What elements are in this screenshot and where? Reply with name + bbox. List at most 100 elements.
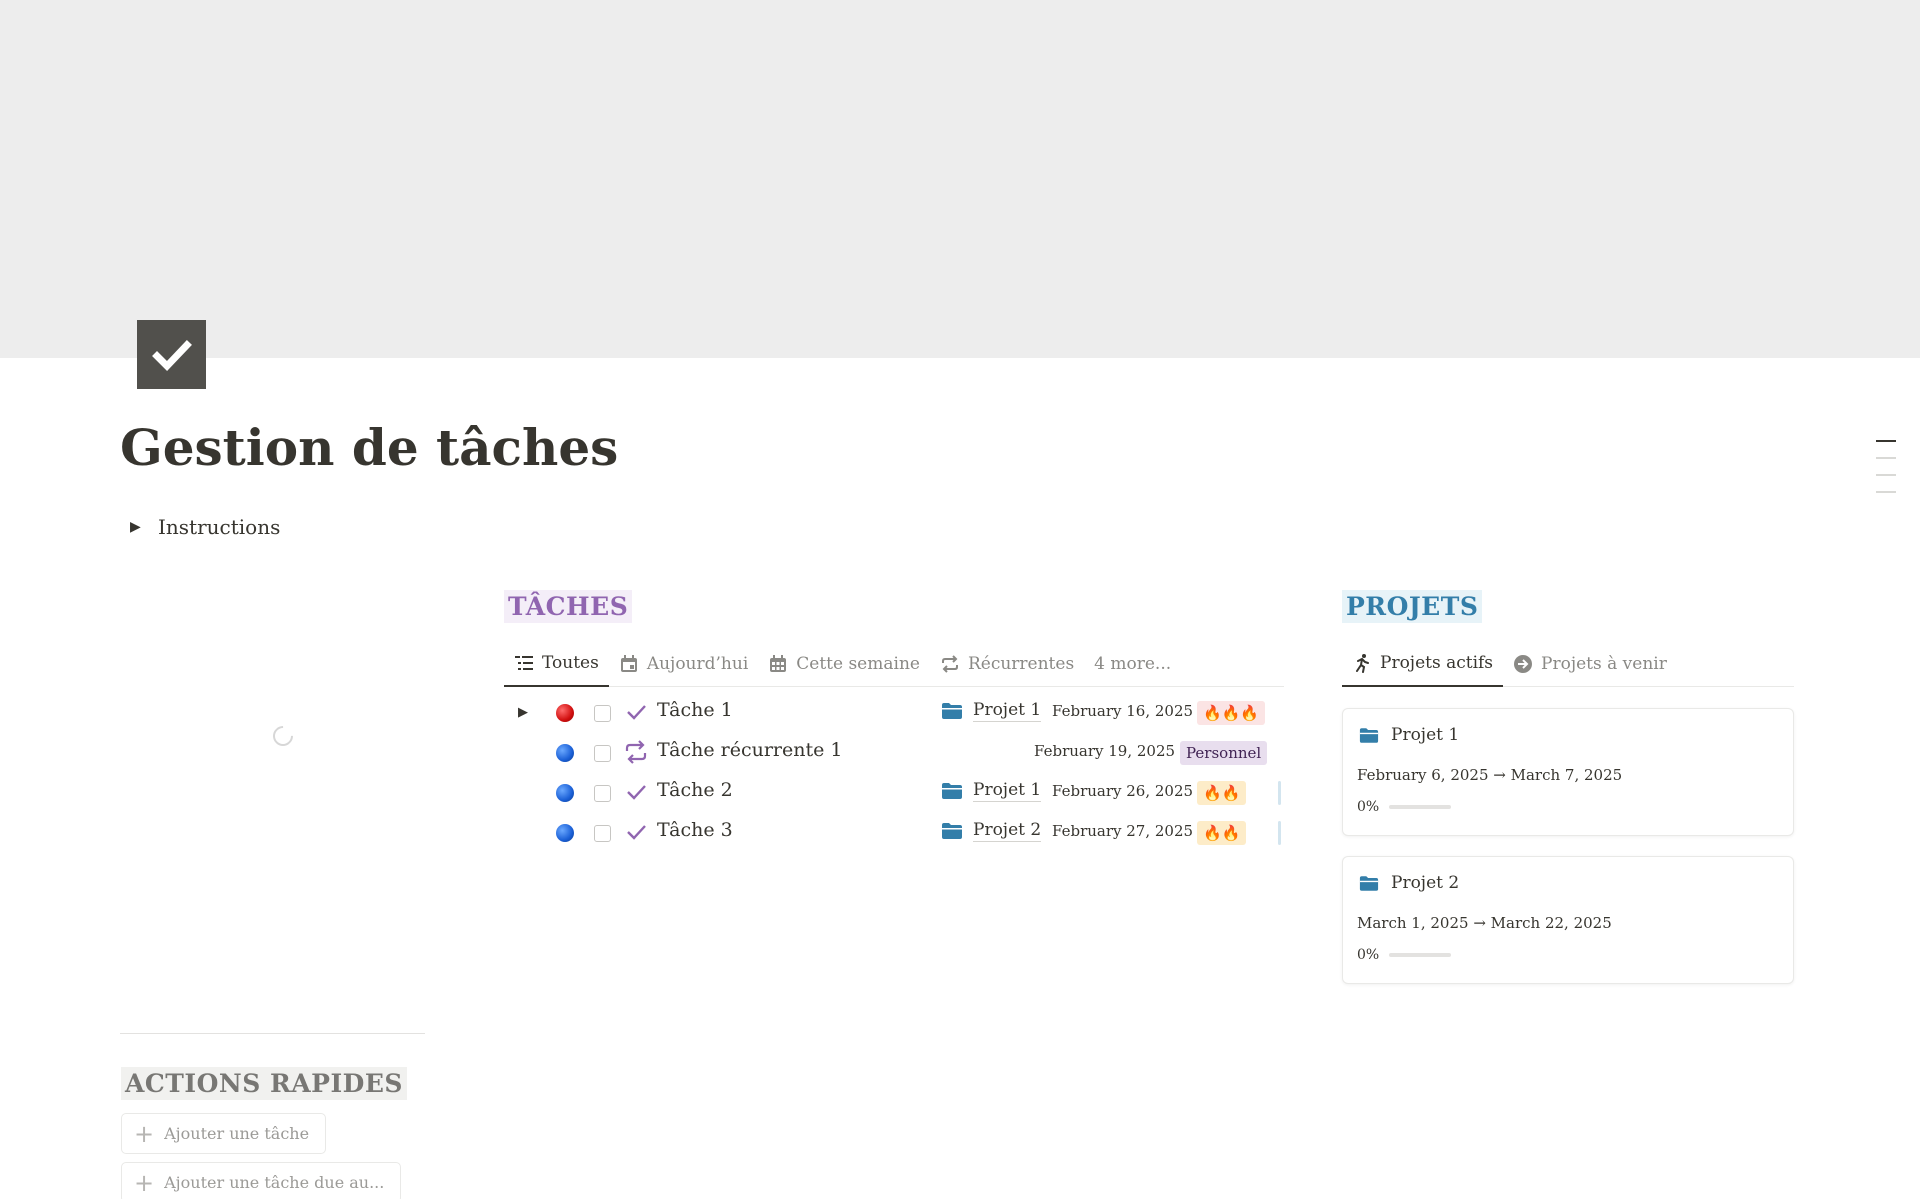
task-row[interactable]: Tâche 3 Projet 2 February 27, 2025 🔥🔥 bbox=[504, 812, 1284, 852]
instructions-toggle[interactable]: ▶ Instructions bbox=[130, 515, 280, 539]
task-priority: 🔥🔥🔥 bbox=[1197, 701, 1266, 725]
toc-line[interactable] bbox=[1876, 440, 1896, 442]
project-progress: 0% bbox=[1357, 799, 1452, 815]
check-icon bbox=[624, 700, 648, 724]
repeat-icon bbox=[940, 654, 960, 674]
task-priority: 🔥🔥 bbox=[1197, 781, 1247, 805]
task-project-link[interactable]: Projet 1 bbox=[941, 780, 1042, 802]
tasks-view-tabs: Toutes Aujourd’hui Cette semaine Récurre… bbox=[504, 645, 1284, 687]
projects-heading: PROJETS bbox=[1342, 590, 1483, 623]
task-name[interactable]: Tâche 2 bbox=[657, 779, 733, 801]
column-edge bbox=[1278, 821, 1281, 845]
project-dates: February 6, 2025 → March 7, 2025 bbox=[1357, 766, 1623, 784]
column-edge bbox=[1278, 781, 1281, 805]
task-priority: 🔥🔥 bbox=[1197, 821, 1247, 845]
add-task-button[interactable]: + Ajouter une tâche bbox=[121, 1113, 327, 1154]
button-label: Ajouter une tâche bbox=[164, 1124, 310, 1143]
task-checkbox[interactable] bbox=[594, 745, 611, 762]
blue-circle-icon bbox=[556, 824, 574, 842]
arrow-circle-icon bbox=[1513, 654, 1533, 674]
project-card-title[interactable]: Projet 1 bbox=[1359, 725, 1459, 745]
task-project-label: Projet 1 bbox=[973, 780, 1042, 802]
page-cover[interactable] bbox=[0, 0, 1920, 358]
tab-aujourdhui[interactable]: Aujourd’hui bbox=[609, 654, 758, 686]
task-date: February 26, 2025 bbox=[1052, 782, 1194, 800]
tab-label: Cette semaine bbox=[796, 654, 920, 674]
tasks-heading: TÂCHES bbox=[504, 590, 633, 623]
tab-label: Projets à venir bbox=[1541, 654, 1667, 674]
calendar-today-icon bbox=[619, 654, 639, 674]
project-card[interactable]: Projet 2 March 1, 2025 → March 22, 2025 … bbox=[1342, 856, 1794, 984]
task-project-link[interactable]: Projet 2 bbox=[941, 820, 1042, 842]
progress-bar bbox=[1389, 805, 1452, 809]
check-icon bbox=[624, 780, 648, 804]
task-checkbox[interactable] bbox=[594, 705, 611, 722]
task-date: February 27, 2025 bbox=[1052, 822, 1194, 840]
task-category-tag: Personnel bbox=[1180, 741, 1268, 765]
project-name: Projet 1 bbox=[1391, 725, 1460, 745]
project-name: Projet 2 bbox=[1391, 873, 1460, 893]
folder-icon bbox=[1359, 875, 1379, 891]
checkbox-icon[interactable] bbox=[137, 320, 206, 389]
tab-label: Toutes bbox=[542, 653, 599, 673]
page-title: Gestion de tâches bbox=[120, 418, 619, 477]
folder-icon bbox=[942, 823, 962, 839]
table-of-contents[interactable] bbox=[1876, 440, 1896, 508]
tab-more-views[interactable]: 4 more... bbox=[1084, 654, 1181, 686]
toc-line[interactable] bbox=[1876, 457, 1896, 459]
task-row[interactable]: Tâche récurrente 1 February 19, 2025 Per… bbox=[504, 732, 1284, 772]
projects-view-tabs: Projets actifs Projets à venir bbox=[1342, 645, 1794, 687]
tab-label: 4 more... bbox=[1094, 654, 1172, 674]
quick-actions-heading: ACTIONS RAPIDES bbox=[121, 1067, 407, 1100]
task-project-label: Projet 2 bbox=[973, 820, 1042, 842]
task-checkbox[interactable] bbox=[594, 825, 611, 842]
list-icon bbox=[514, 653, 534, 673]
plus-icon: + bbox=[134, 1168, 155, 1197]
blue-circle-icon bbox=[556, 744, 574, 762]
progress-label: 0% bbox=[1357, 799, 1380, 815]
toggle-label: Instructions bbox=[158, 515, 281, 539]
add-task-due-button[interactable]: + Ajouter une tâche due au... bbox=[121, 1162, 402, 1199]
section-divider bbox=[120, 1033, 425, 1034]
tab-label: Récurrentes bbox=[967, 654, 1075, 674]
toc-line[interactable] bbox=[1876, 474, 1896, 476]
tab-projets-a-venir[interactable]: Projets à venir bbox=[1503, 654, 1677, 686]
folder-icon bbox=[942, 703, 962, 719]
project-card-title[interactable]: Projet 2 bbox=[1359, 873, 1459, 893]
tab-label: Aujourd’hui bbox=[646, 654, 749, 674]
task-project-link[interactable]: Projet 1 bbox=[941, 700, 1042, 722]
running-person-icon bbox=[1352, 653, 1372, 673]
project-progress: 0% bbox=[1357, 947, 1452, 963]
calendar-week-icon bbox=[768, 654, 788, 674]
tab-recurrentes[interactable]: Récurrentes bbox=[930, 654, 1084, 686]
blue-circle-icon bbox=[556, 784, 574, 802]
plus-icon: + bbox=[134, 1119, 155, 1148]
folder-icon bbox=[1359, 727, 1379, 743]
toc-line[interactable] bbox=[1876, 491, 1896, 493]
task-name[interactable]: Tâche 3 bbox=[657, 819, 733, 841]
task-project-label: Projet 1 bbox=[973, 700, 1042, 722]
toggle-triangle-icon[interactable]: ▶ bbox=[130, 519, 142, 535]
progress-bar bbox=[1389, 953, 1452, 957]
loading-spinner-icon bbox=[268, 721, 298, 751]
task-name[interactable]: Tâche récurrente 1 bbox=[657, 739, 842, 761]
folder-icon bbox=[942, 783, 962, 799]
button-label: Ajouter une tâche due au... bbox=[164, 1173, 385, 1192]
tab-cette-semaine[interactable]: Cette semaine bbox=[758, 654, 930, 686]
tab-projets-actifs[interactable]: Projets actifs bbox=[1342, 653, 1504, 687]
task-date: February 19, 2025 bbox=[1034, 742, 1176, 760]
check-icon bbox=[624, 820, 648, 844]
tab-toutes[interactable]: Toutes bbox=[504, 653, 609, 687]
task-name[interactable]: Tâche 1 bbox=[657, 699, 733, 721]
progress-label: 0% bbox=[1357, 947, 1380, 963]
project-card[interactable]: Projet 1 February 6, 2025 → March 7, 202… bbox=[1342, 708, 1794, 836]
task-date: February 16, 2025 bbox=[1052, 702, 1194, 720]
expand-triangle-icon[interactable]: ▶ bbox=[518, 705, 528, 720]
tasks-list: ▶ Tâche 1 Projet 1 February 16, 2025 🔥🔥🔥… bbox=[504, 692, 1284, 852]
task-row[interactable]: Tâche 2 Projet 1 February 26, 2025 🔥🔥 bbox=[504, 772, 1284, 812]
project-dates: March 1, 2025 → March 22, 2025 bbox=[1357, 914, 1612, 932]
task-row[interactable]: ▶ Tâche 1 Projet 1 February 16, 2025 🔥🔥🔥 bbox=[504, 692, 1284, 732]
red-circle-icon bbox=[556, 704, 574, 722]
repeat-icon bbox=[624, 740, 648, 764]
task-checkbox[interactable] bbox=[594, 785, 611, 802]
